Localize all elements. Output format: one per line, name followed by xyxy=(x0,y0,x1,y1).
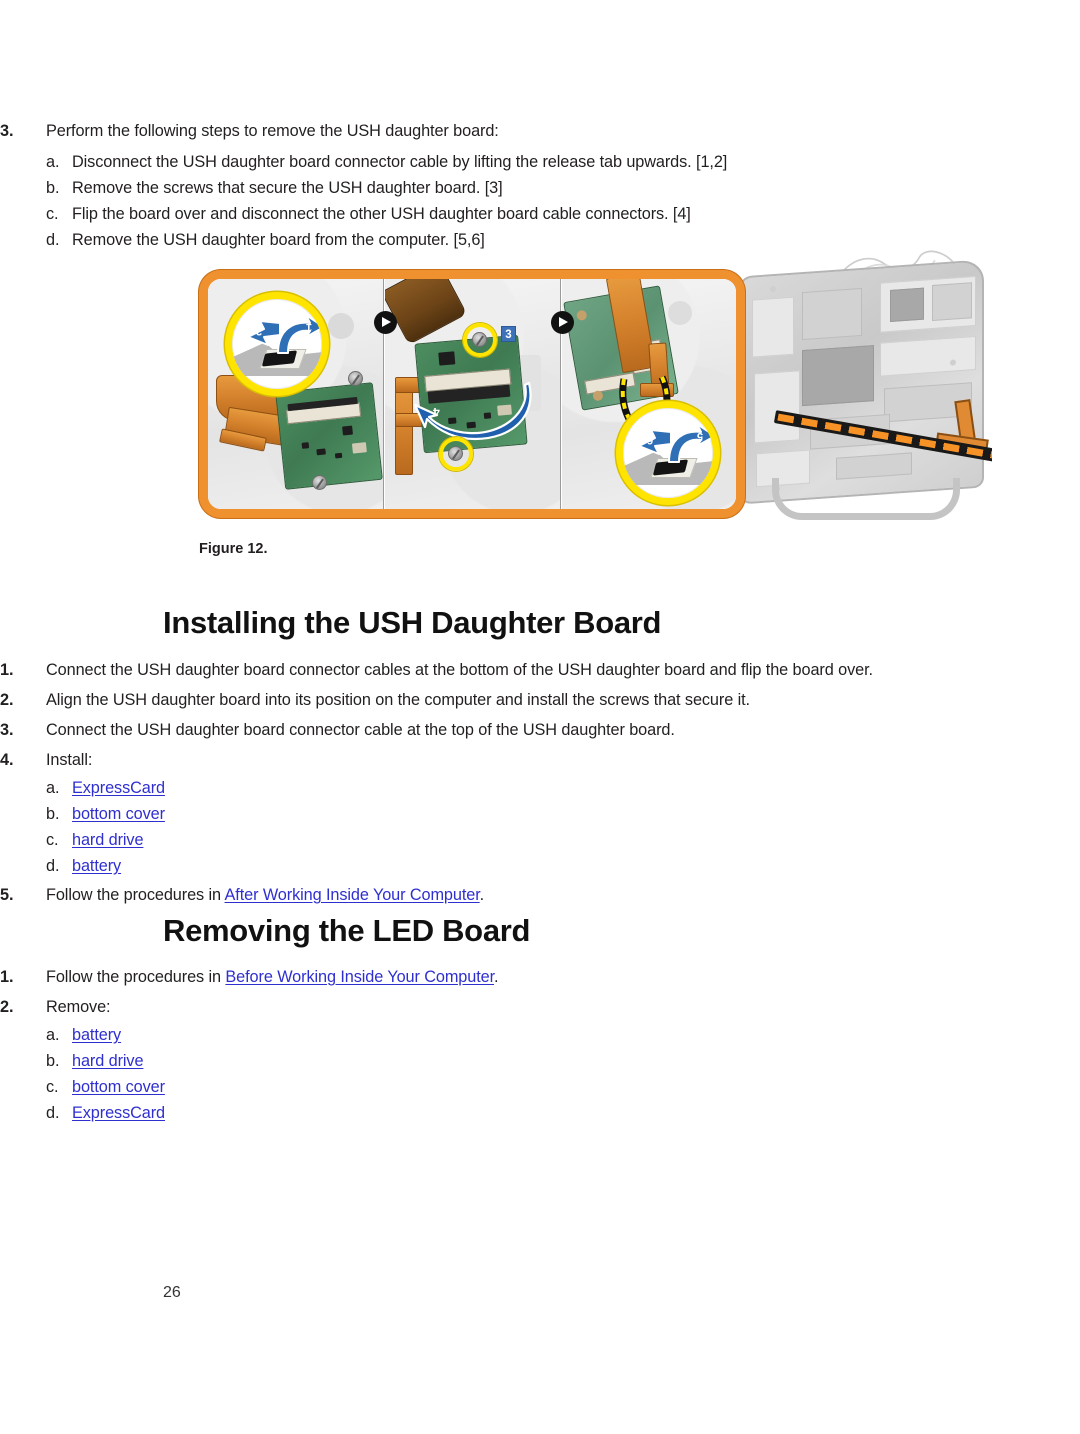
list-item: 5. Follow the procedures in After Workin… xyxy=(0,882,1080,908)
step1-suffix: . xyxy=(494,968,499,986)
list-marker: 4. xyxy=(0,751,14,769)
link-before-working-inside-your-computer[interactable]: Before Working Inside Your Computer xyxy=(225,968,494,986)
removal-steps-list: 3. Perform the following steps to remove… xyxy=(0,118,1080,253)
list-item: d. ExpressCard xyxy=(0,1100,1080,1126)
chassis-body xyxy=(738,259,984,505)
list-item: d. battery xyxy=(0,853,1080,879)
callout-magnifier-2: 6 5 xyxy=(616,401,720,505)
list-marker: 5. xyxy=(0,886,14,904)
list-item: 3. Connect the USH daughter board connec… xyxy=(0,717,1080,743)
list-text: Connect the USH daughter board connector… xyxy=(46,721,675,739)
installing-steps-list: 1. Connect the USH daughter board connec… xyxy=(0,657,1080,908)
list-marker: d. xyxy=(46,857,60,875)
list-marker: 1. xyxy=(0,661,14,679)
list-marker: a. xyxy=(46,153,60,171)
list-text: Connect the USH daughter board connector… xyxy=(46,661,873,679)
list-marker: c. xyxy=(46,1078,59,1096)
link-expresscard[interactable]: ExpressCard xyxy=(72,779,165,797)
list-item: 4. Install: xyxy=(0,747,1080,773)
list-marker: c. xyxy=(46,831,59,849)
list-text: Install: xyxy=(46,751,93,769)
list-text: Perform the following steps to remove th… xyxy=(46,122,499,140)
page-heading-installing: Installing the USH Daughter Board xyxy=(163,605,662,640)
page-number: 26 xyxy=(163,1284,181,1301)
figure-panel-strip: 2 1 4 3 6 5 xyxy=(199,270,745,518)
list-text: Follow the procedures in After Working I… xyxy=(46,882,1080,908)
blue-arrow-icon xyxy=(277,314,322,354)
callout-number: 4 xyxy=(433,405,440,419)
list-marker: b. xyxy=(46,1052,60,1070)
list-marker: d. xyxy=(46,231,60,249)
step5-prefix: Follow the procedures in xyxy=(46,886,225,904)
page-heading-removing-led: Removing the LED Board xyxy=(163,913,531,948)
list-item: 1. Connect the USH daughter board connec… xyxy=(0,657,1080,683)
list-text: Disconnect the USH daughter board connec… xyxy=(72,153,728,171)
step1-prefix: Follow the procedures in xyxy=(46,968,226,986)
figure-panel-3: 6 5 xyxy=(562,279,736,509)
removing-led-steps-list: 1. Follow the procedures in Before Worki… xyxy=(0,964,1080,1126)
board-screw xyxy=(448,446,463,461)
link-expresscard[interactable]: ExpressCard xyxy=(72,1104,165,1122)
list-item: 2. Remove: xyxy=(0,994,1080,1020)
list-item: b. Remove the screws that secure the USH… xyxy=(0,175,1080,201)
figure-caption: Figure 12. xyxy=(199,541,268,557)
link-hard-drive[interactable]: hard drive xyxy=(72,831,144,849)
callout-number: 6 xyxy=(647,434,654,446)
list-marker: 2. xyxy=(0,998,14,1016)
list-text: Remove: xyxy=(46,998,111,1016)
callout-number: 1 xyxy=(306,321,313,333)
list-marker: b. xyxy=(46,805,60,823)
list-item: 2. Align the USH daughter board into its… xyxy=(0,687,1080,713)
chassis-handle xyxy=(772,478,960,520)
panel-separator-play-icon xyxy=(374,311,397,334)
list-text: Remove the screws that secure the USH da… xyxy=(72,179,503,197)
list-text: Align the USH daughter board into its po… xyxy=(46,691,750,709)
list-marker: 3. xyxy=(0,721,14,739)
blue-arrow-icon xyxy=(668,423,713,463)
list-marker: a. xyxy=(46,779,60,797)
list-marker: 3. xyxy=(0,122,14,140)
board-screw xyxy=(348,371,363,386)
list-item: 3. Perform the following steps to remove… xyxy=(0,118,1080,144)
list-item: a. Disconnect the USH daughter board con… xyxy=(0,149,1080,175)
list-item: b. bottom cover xyxy=(0,801,1080,827)
figure-panel-2: 4 3 xyxy=(385,279,561,509)
board-screw xyxy=(312,475,327,490)
link-battery[interactable]: battery xyxy=(72,1026,121,1044)
list-item: c. Flip the board over and disconnect th… xyxy=(0,201,1080,227)
callout-number: 2 xyxy=(256,325,263,337)
document-page: 3. Perform the following steps to remove… xyxy=(0,0,1080,1434)
figure-illustration: 2 1 4 3 6 5 xyxy=(160,248,1010,538)
callout-number: 5 xyxy=(697,430,704,442)
panel-separator-play-icon xyxy=(551,311,574,334)
list-item: b. hard drive xyxy=(0,1048,1080,1074)
blue-flip-arrow-icon xyxy=(413,381,532,441)
list-marker: d. xyxy=(46,1104,60,1122)
link-bottom-cover[interactable]: bottom cover xyxy=(72,805,165,823)
list-item: 1. Follow the procedures in Before Worki… xyxy=(0,964,1080,990)
list-marker: b. xyxy=(46,179,60,197)
list-item: c. hard drive xyxy=(0,827,1080,853)
link-bottom-cover[interactable]: bottom cover xyxy=(72,1078,165,1096)
list-marker: c. xyxy=(46,205,59,223)
list-text: Follow the procedures in Before Working … xyxy=(46,964,1080,990)
ush-daughter-board xyxy=(275,382,383,490)
step5-suffix: . xyxy=(479,886,485,904)
link-battery[interactable]: battery xyxy=(72,857,121,875)
callout-magnifier-1: 2 1 xyxy=(225,292,329,396)
figure-panel-1: 2 1 xyxy=(208,279,384,509)
link-hard-drive[interactable]: hard drive xyxy=(72,1052,144,1070)
board-screw xyxy=(472,332,487,347)
callout-number-box: 3 xyxy=(501,326,516,342)
list-marker: 1. xyxy=(0,968,14,986)
list-marker: 2. xyxy=(0,691,14,709)
list-text: Flip the board over and disconnect the o… xyxy=(72,205,691,223)
list-item: a. ExpressCard xyxy=(0,775,1080,801)
list-item: c. bottom cover xyxy=(0,1074,1080,1100)
list-item: a. battery xyxy=(0,1022,1080,1048)
list-marker: a. xyxy=(46,1026,60,1044)
laptop-chassis-illustration xyxy=(730,250,992,532)
link-after-working-inside-your-computer[interactable]: After Working Inside Your Computer xyxy=(225,886,480,904)
